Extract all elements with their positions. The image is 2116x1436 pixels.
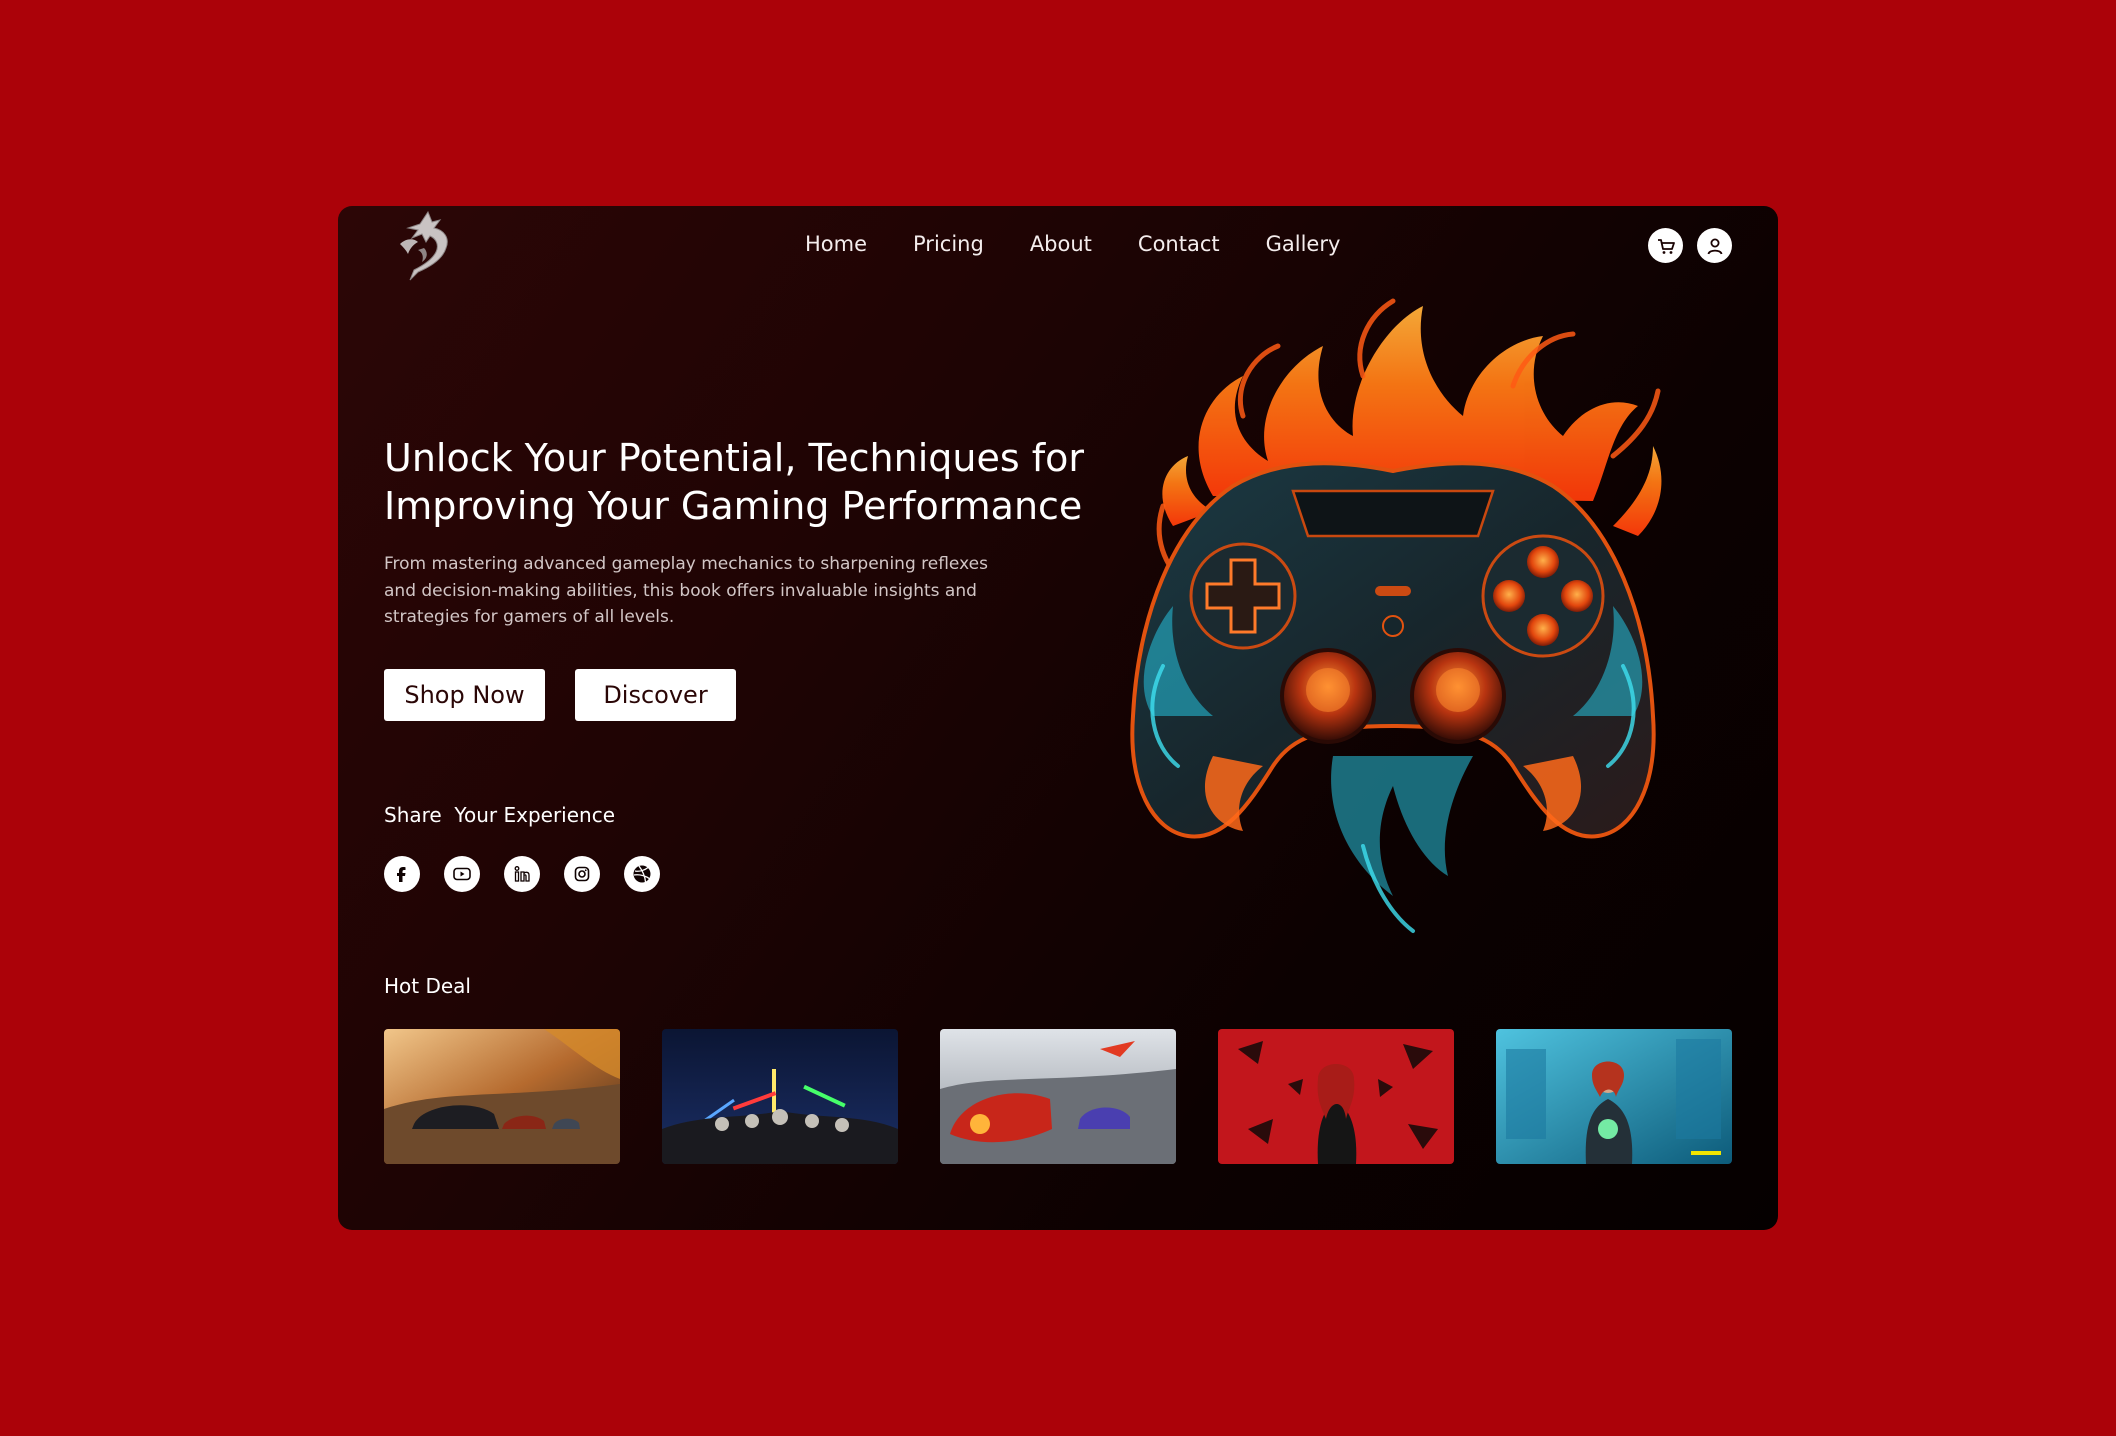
nav-about[interactable]: About [1030, 232, 1092, 256]
red-hair-heroine-thumbnail[interactable] [1218, 1029, 1454, 1164]
social-links [384, 856, 660, 892]
dribbble-icon [633, 865, 651, 883]
hero-title-line-1: Unlock Your Potential, Techniques for [384, 436, 1084, 480]
nav-home[interactable]: Home [805, 232, 867, 256]
linkedin-link[interactable] [504, 856, 540, 892]
dribbble-link[interactable] [624, 856, 660, 892]
discover-button[interactable]: Discover [575, 669, 736, 721]
hot-deal-title: Hot Deal [384, 974, 471, 998]
main-nav: Home Pricing About Contact Gallery [805, 232, 1340, 256]
share-title: Share Your Experience [384, 803, 616, 827]
lego-star-wars-thumbnail[interactable] [662, 1029, 898, 1164]
nav-contact[interactable]: Contact [1138, 232, 1220, 256]
racing-game-thumbnail[interactable] [384, 1029, 620, 1164]
user-button[interactable] [1697, 228, 1732, 263]
dragon-logo-icon[interactable] [388, 208, 450, 282]
shop-now-button[interactable]: Shop Now [384, 669, 545, 721]
cart-icon [1657, 238, 1675, 254]
nav-gallery[interactable]: Gallery [1266, 232, 1341, 256]
hero-title-line-2: Improving Your Gaming Performance [384, 484, 1083, 528]
cart-button[interactable] [1648, 228, 1683, 263]
instagram-icon [574, 866, 590, 882]
facebook-icon [397, 867, 406, 882]
youtube-icon [453, 867, 471, 881]
nav-pricing[interactable]: Pricing [913, 232, 984, 256]
user-icon [1707, 238, 1722, 254]
flaming-game-controller-icon [1130, 298, 1662, 933]
hot-deal-list [384, 1029, 1732, 1164]
cyberpunk-thumbnail[interactable] [1496, 1029, 1732, 1164]
youtube-link[interactable] [444, 856, 480, 892]
hero-title: Unlock Your Potential, Techniques for Im… [384, 434, 1104, 530]
instagram-link[interactable] [564, 856, 600, 892]
racing-cars-thumbnail[interactable] [940, 1029, 1176, 1164]
facebook-link[interactable] [384, 856, 420, 892]
hero-description: From mastering advanced gameplay mechani… [384, 554, 988, 627]
linkedin-icon [514, 866, 530, 882]
landing-page-panel: Home Pricing About Contact Gallery Unloc… [338, 206, 1778, 1230]
